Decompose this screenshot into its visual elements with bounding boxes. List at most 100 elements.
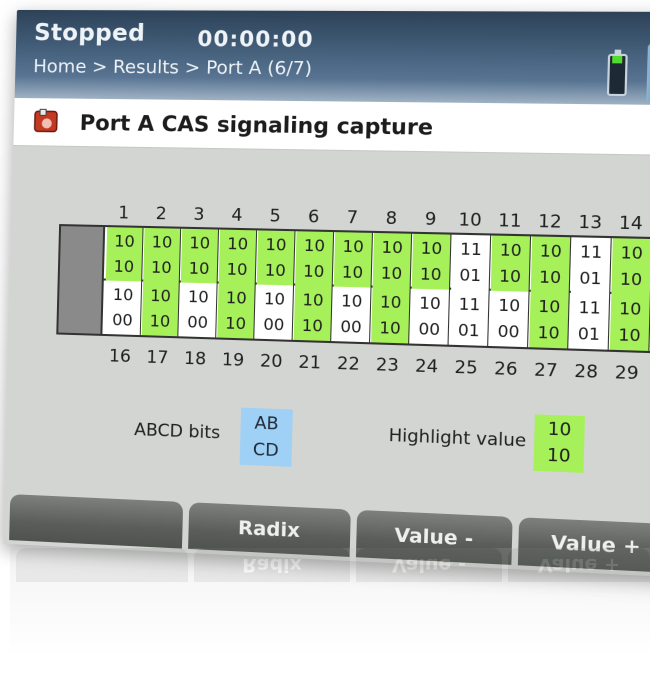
channel-cell[interactable]: 10 00 (104, 280, 143, 336)
softkey-blank[interactable] (9, 494, 184, 549)
ab-bits: 10 (225, 287, 248, 308)
ab-bits: 10 (342, 236, 365, 257)
ab-bits: 10 (379, 291, 402, 313)
channel-cell[interactable]: 10 10 (371, 287, 411, 344)
channel-number: 14 (618, 213, 644, 235)
ab-bits: 10 (618, 298, 642, 320)
cd-bits: 01 (459, 264, 482, 286)
channel-cell[interactable]: 10 10 (105, 227, 144, 282)
channel-cell[interactable]: 10 10 (372, 232, 413, 289)
cd-bits: 10 (301, 315, 324, 336)
channel-cell[interactable]: 10 10 (333, 232, 373, 288)
channel-cell[interactable]: 10 10 (293, 285, 333, 342)
cd-bits: 10 (498, 265, 522, 287)
channel-number: 18 (183, 348, 207, 370)
ab-bits: 10 (302, 289, 324, 310)
channel-number: 3 (193, 204, 205, 226)
cas-capture-panel: 123456789101112131415 101010101010101010… (4, 147, 650, 517)
ab-bits: 10 (539, 240, 563, 262)
row-header (58, 279, 104, 334)
top-channel-numbers: 123456789101112131415 (105, 203, 643, 234)
channel-cell[interactable]: 10 10 (143, 227, 182, 283)
channel-number: 20 (259, 351, 283, 373)
cd-bits: 10 (226, 259, 248, 280)
channel-cell[interactable]: 10 00 (179, 282, 218, 338)
cd-bits: 10 (538, 266, 562, 288)
channel-cell[interactable]: 10 10 (180, 228, 220, 284)
channel-cell[interactable]: 10 10 (490, 235, 532, 292)
ab-bits: 10 (497, 295, 521, 316)
ab-bits: 10 (303, 235, 326, 256)
ab-bits: 10 (113, 231, 136, 251)
channel-cell[interactable]: 10 00 (255, 284, 295, 340)
value-plus-button[interactable]: Value + (517, 517, 650, 573)
channel-cell[interactable]: 11 01 (451, 234, 492, 291)
bottom-channel-numbers: 161718192021222324252627282930 (102, 346, 639, 384)
channel-cell[interactable]: 10 10 (141, 281, 180, 337)
channel-cell[interactable]: 10 10 (609, 293, 650, 351)
channel-cell[interactable]: 10 10 (217, 283, 256, 339)
channel-cell[interactable]: 10 10 (295, 231, 335, 287)
value-minus-button[interactable]: Value - (355, 509, 513, 565)
cd-bits: 10 (341, 262, 364, 283)
cd-bits: 10 (188, 258, 210, 279)
channel-cell[interactable]: 11 01 (570, 237, 612, 294)
channel-number: 22 (336, 353, 361, 375)
ab-bits: 10 (499, 239, 522, 261)
channel-cell[interactable]: 10 10 (411, 233, 452, 290)
abcd-bits-legend: AB CD (239, 407, 293, 467)
channel-number: 6 (307, 206, 320, 228)
channel-number: 13 (578, 212, 603, 234)
ab-bits: 10 (151, 232, 173, 252)
cd-bits: 10 (378, 317, 402, 339)
channel-number: 7 (346, 207, 359, 229)
channel-cell[interactable]: 10 10 (611, 238, 650, 296)
battery-icon (606, 53, 628, 97)
highlight-value-box: 10 10 (533, 414, 585, 473)
cd-bits: 00 (186, 312, 209, 333)
channel-number: 8 (385, 208, 398, 230)
channel-cell[interactable]: 10 00 (489, 290, 530, 348)
channel-number: 29 (614, 362, 639, 385)
channel-number: 1 (117, 203, 130, 224)
title-bar: Port A CAS signaling capture (13, 97, 650, 157)
cd-bits: 10 (619, 268, 643, 290)
channel-cell[interactable]: 11 01 (449, 289, 490, 346)
channel-cell[interactable]: 10 10 (530, 236, 572, 293)
cd-bits: 10 (264, 260, 287, 281)
ab-bits: 10 (189, 232, 211, 253)
cd-bits: 01 (457, 320, 480, 341)
channel-number: 25 (454, 357, 478, 379)
app-icon[interactable] (646, 43, 650, 104)
abcd-bottom: CD (252, 439, 280, 462)
channel-cell[interactable]: 10 00 (332, 286, 372, 343)
radix-button[interactable]: Radix (188, 502, 351, 557)
reflection-softkey-blank (16, 548, 188, 582)
ab-bits: 10 (537, 296, 561, 317)
ab-bits: 10 (381, 237, 404, 258)
header-bar: Stopped 00:00:00 Home > Results > Port A… (14, 9, 650, 106)
channel-cell[interactable]: 10 10 (256, 230, 296, 286)
cd-bits: 00 (111, 309, 133, 330)
highlight-top: 10 (547, 419, 572, 441)
channel-cell[interactable]: 10 00 (410, 288, 451, 345)
ab-bits: 10 (187, 286, 209, 307)
channel-cell[interactable]: 11 01 (569, 292, 611, 350)
ab-bits: 11 (458, 294, 481, 315)
channel-cell[interactable]: 10 10 (218, 229, 258, 285)
channel-number: 27 (533, 359, 558, 382)
ab-bits: 10 (418, 293, 442, 314)
cd-bits: 10 (617, 324, 641, 346)
cd-bits: 10 (113, 256, 135, 277)
cd-bits: 01 (577, 323, 601, 345)
cas-grid: 10 10 10 10 10 10 10 10 10 10 10 10 10 10 10 10 10 10 11 01… (56, 224, 650, 354)
channel-cell[interactable]: 10 10 (529, 291, 570, 349)
page-title: Port A CAS signaling capture (79, 110, 434, 140)
row-header (59, 226, 106, 281)
cd-bits: 10 (149, 311, 171, 331)
channel-number: 12 (537, 211, 562, 233)
timer: 00:00:00 (197, 26, 314, 52)
breadcrumb[interactable]: Home > Results > Port A (6/7) (33, 56, 312, 80)
channel-number: 26 (493, 358, 518, 381)
channel-number: 24 (414, 356, 439, 378)
